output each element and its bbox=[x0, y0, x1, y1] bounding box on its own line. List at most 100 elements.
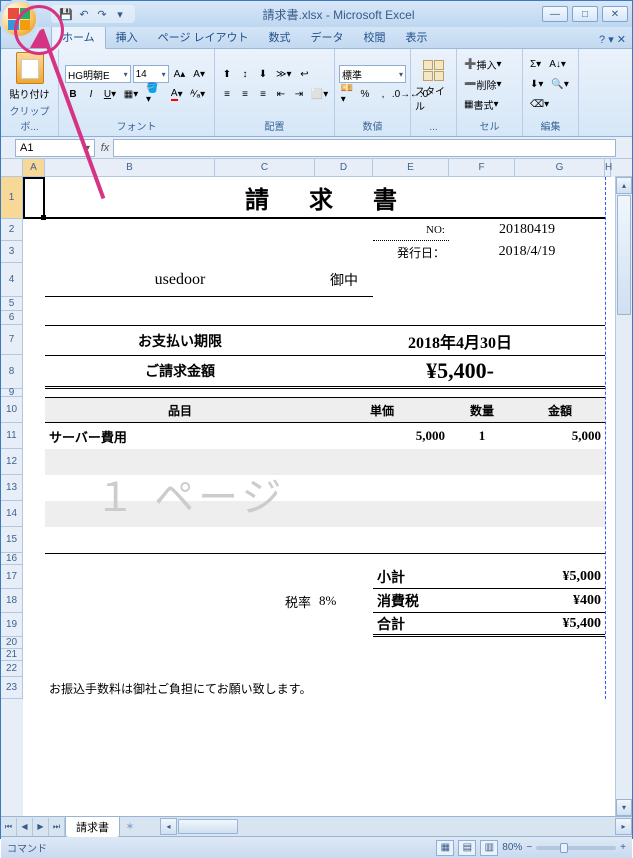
tab-view[interactable]: 表示 bbox=[396, 26, 438, 48]
taxrate[interactable]: 8% bbox=[315, 589, 373, 613]
office-button[interactable] bbox=[0, 0, 39, 39]
amount-label[interactable]: ご請求金額 bbox=[45, 355, 315, 389]
h-qty[interactable]: 数量 bbox=[449, 397, 515, 423]
close-button[interactable]: ✕ bbox=[602, 6, 628, 22]
tax-label[interactable]: 消費税 bbox=[373, 589, 449, 613]
tab-page-layout[interactable]: ページ レイアウト bbox=[148, 26, 259, 48]
border-button[interactable]: ▦▾ bbox=[121, 85, 141, 103]
row-header-7[interactable]: 7 bbox=[1, 325, 23, 355]
tab-data[interactable]: データ bbox=[301, 26, 354, 48]
row-header-3[interactable]: 3 bbox=[1, 241, 23, 263]
row-header-2[interactable]: 2 bbox=[1, 219, 23, 241]
tab-formulas[interactable]: 数式 bbox=[259, 26, 301, 48]
line-item[interactable]: サーバー費用 bbox=[45, 423, 315, 449]
col-header-B[interactable]: B bbox=[45, 159, 215, 177]
view-page-layout-icon[interactable]: ▤ bbox=[458, 840, 476, 856]
row-header-12[interactable]: 12 bbox=[1, 449, 23, 475]
find-icon[interactable]: 🔍▾ bbox=[548, 75, 571, 93]
fx-icon[interactable]: fx bbox=[97, 142, 113, 154]
honorific[interactable]: 御中 bbox=[315, 263, 373, 297]
taxrate-label[interactable]: 税率 bbox=[215, 589, 315, 613]
view-normal-icon[interactable]: ▦ bbox=[436, 840, 454, 856]
formula-bar[interactable] bbox=[113, 139, 616, 157]
zoom-slider[interactable] bbox=[536, 846, 616, 850]
col-header-C[interactable]: C bbox=[215, 159, 315, 177]
no-value[interactable]: 20180419 bbox=[449, 219, 605, 241]
zoom-level[interactable]: 80% bbox=[502, 842, 522, 853]
date-label[interactable]: 発行日： bbox=[373, 241, 449, 263]
invoice-title[interactable]: 請 求 書 bbox=[45, 177, 605, 219]
paste-button[interactable]: 貼り付け bbox=[10, 52, 50, 101]
wrap-text-button[interactable]: ↩ bbox=[297, 65, 313, 83]
align-right-icon[interactable]: ≡ bbox=[255, 85, 271, 103]
spreadsheet-grid[interactable]: 請 求 書NO:20180419発行日：2018/4/19usedoor御中お支… bbox=[23, 177, 615, 699]
h-price[interactable]: 単価 bbox=[315, 397, 449, 423]
col-header-A[interactable]: A bbox=[23, 159, 45, 177]
fill-icon[interactable]: ⬇▾ bbox=[527, 75, 546, 93]
date-value[interactable]: 2018/4/19 bbox=[449, 241, 605, 263]
scroll-right-icon[interactable]: ▸ bbox=[615, 818, 632, 835]
row-header-17[interactable]: 17 bbox=[1, 565, 23, 589]
font-color-button[interactable]: A▾ bbox=[168, 85, 185, 103]
zoom-out-button[interactable]: − bbox=[526, 842, 532, 853]
row-header-14[interactable]: 14 bbox=[1, 501, 23, 527]
undo-icon[interactable]: ↶ bbox=[77, 7, 91, 21]
scroll-up-icon[interactable]: ▴ bbox=[616, 177, 632, 194]
inc-decimal-icon[interactable]: .0→ bbox=[393, 85, 409, 103]
table-bottom[interactable] bbox=[45, 553, 605, 565]
number-format-combo[interactable]: 標準▾ bbox=[339, 65, 406, 83]
row-header-20[interactable]: 20 bbox=[1, 637, 23, 649]
tab-review[interactable]: 校閲 bbox=[354, 26, 396, 48]
grow-font-icon[interactable]: A▴ bbox=[171, 65, 189, 83]
subtotal[interactable]: ¥5,000 bbox=[449, 565, 605, 589]
sheet-tab[interactable]: 請求書 bbox=[65, 816, 120, 837]
tab-prev-icon[interactable]: ◀ bbox=[17, 818, 33, 836]
qat-dropdown-icon[interactable]: ▾ bbox=[113, 7, 127, 21]
underline-button[interactable]: U ▾ bbox=[101, 85, 119, 103]
italic-button[interactable]: I bbox=[83, 85, 99, 103]
redo-icon[interactable]: ↷ bbox=[95, 7, 109, 21]
scroll-down-icon[interactable]: ▾ bbox=[616, 799, 632, 816]
total-label[interactable]: 合計 bbox=[373, 613, 449, 637]
no-label[interactable]: NO: bbox=[373, 219, 449, 241]
deadline[interactable]: 2018年4月30日 bbox=[315, 325, 605, 355]
tab-last-icon[interactable]: ⏭ bbox=[49, 818, 65, 836]
new-sheet-icon[interactable]: ✶ bbox=[120, 820, 140, 833]
sum-icon[interactable]: Σ▾ bbox=[527, 55, 544, 73]
subtotal-label[interactable]: 小計 bbox=[373, 565, 449, 589]
vertical-scrollbar[interactable]: ▴ ▾ bbox=[615, 177, 632, 816]
delete-cells-button[interactable]: ➖ 削除 ▾ bbox=[461, 75, 518, 93]
row-header-16[interactable]: 16 bbox=[1, 553, 23, 565]
tax[interactable]: ¥400 bbox=[449, 589, 605, 613]
line-qty[interactable]: 1 bbox=[449, 423, 515, 449]
row-header-13[interactable]: 13 bbox=[1, 475, 23, 501]
row-header-19[interactable]: 19 bbox=[1, 613, 23, 637]
indent-dec-icon[interactable]: ⇤ bbox=[273, 85, 289, 103]
shrink-font-icon[interactable]: A▾ bbox=[190, 65, 208, 83]
row-header-8[interactable]: 8 bbox=[1, 355, 23, 389]
fill-color-button[interactable]: 🪣▾ bbox=[143, 85, 166, 103]
select-all-corner[interactable] bbox=[1, 159, 23, 177]
col-header-G[interactable]: G bbox=[515, 159, 605, 177]
deadline-label[interactable]: お支払い期限 bbox=[45, 325, 315, 355]
view-page-break-icon[interactable]: ▥ bbox=[480, 840, 498, 856]
percent-icon[interactable]: % bbox=[357, 85, 373, 103]
row-header-1[interactable]: 1 bbox=[1, 177, 23, 219]
align-top-icon[interactable]: ⬆ bbox=[219, 65, 235, 83]
merge-button[interactable]: ⬜▾ bbox=[309, 85, 330, 103]
line-price[interactable]: 5,000 bbox=[315, 423, 449, 449]
bold-button[interactable]: B bbox=[65, 85, 81, 103]
col-header-E[interactable]: E bbox=[373, 159, 449, 177]
format-cells-button[interactable]: ▦ 書式 ▾ bbox=[461, 95, 518, 113]
line-amount[interactable]: 5,000 bbox=[515, 423, 605, 449]
tab-first-icon[interactable]: ⏮ bbox=[1, 818, 17, 836]
col-header-H[interactable]: H bbox=[605, 159, 611, 177]
sort-icon[interactable]: A↓▾ bbox=[546, 55, 569, 73]
row-header-23[interactable]: 23 bbox=[1, 677, 23, 699]
tab-insert[interactable]: 挿入 bbox=[106, 26, 148, 48]
row-header-11[interactable]: 11 bbox=[1, 423, 23, 449]
row-header-21[interactable]: 21 bbox=[1, 649, 23, 661]
horizontal-scrollbar[interactable]: ◂ ▸ bbox=[160, 818, 632, 835]
help-icon[interactable]: ? ▾ ✕ bbox=[593, 31, 632, 48]
align-center-icon[interactable]: ≡ bbox=[237, 85, 253, 103]
